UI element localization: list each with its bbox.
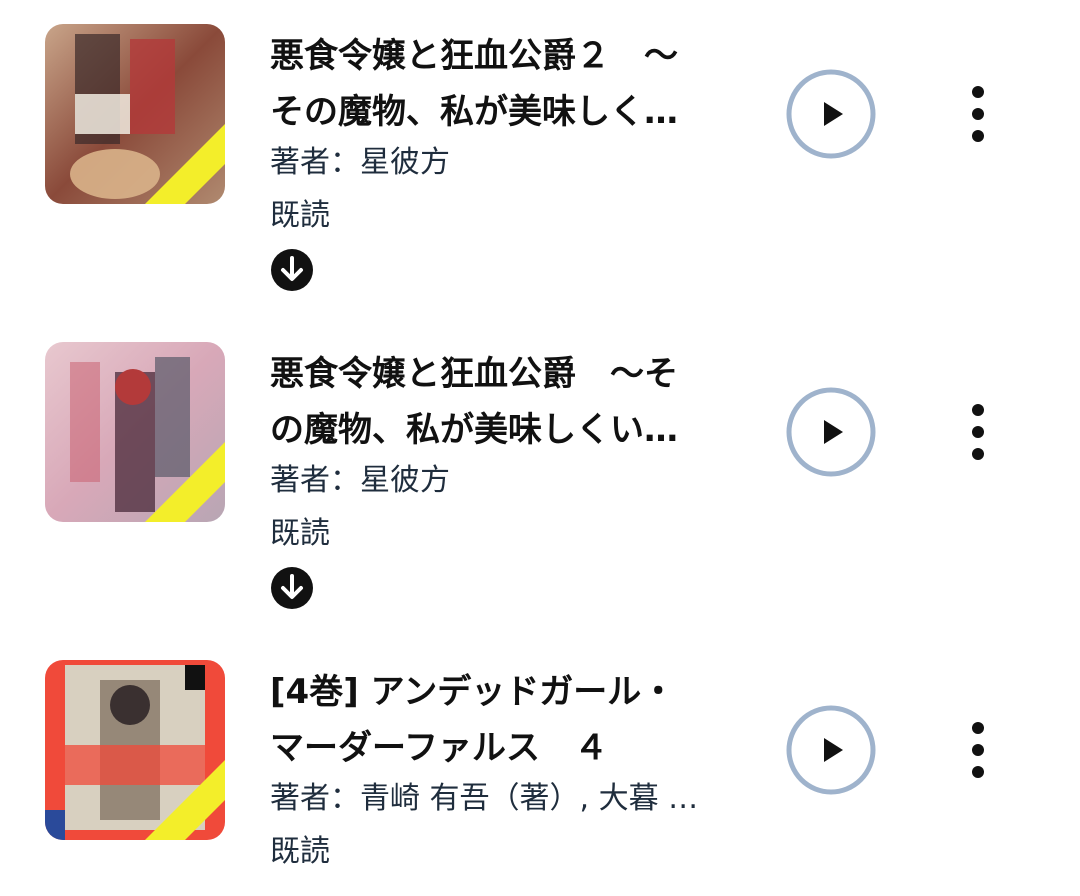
book-title-line: [4巻] アンデッドガール・	[270, 672, 676, 712]
library-list: 悪食令嬢と狂血公爵２ ～ その魔物、私が美味しく… 著者：星彼方 既読 悪食令嬢…	[0, 0, 1080, 896]
read-status: 既読	[270, 834, 330, 869]
book-title-line: マーダーファルス ４	[270, 728, 608, 768]
play-button[interactable]	[785, 68, 877, 160]
more-vertical-icon	[972, 722, 984, 778]
cover-art-3	[45, 660, 225, 840]
book-cover[interactable]	[45, 660, 225, 840]
more-vertical-icon	[972, 404, 984, 460]
book-author: 著者：星彼方	[270, 463, 450, 498]
more-options-button[interactable]	[958, 718, 998, 782]
play-icon	[786, 705, 876, 795]
more-options-button[interactable]	[958, 82, 998, 146]
cover-art-1	[45, 24, 225, 204]
cover-art-2	[45, 342, 225, 522]
book-author: 著者：青崎 有吾（著）, 大暮 …	[270, 781, 699, 816]
more-options-button[interactable]	[958, 400, 998, 464]
play-icon	[786, 69, 876, 159]
more-vertical-icon	[972, 86, 984, 142]
book-title[interactable]: [4巻] アンデッドガール・ マーダーファルス ４	[270, 664, 740, 776]
book-author: 著者：星彼方	[270, 145, 450, 180]
play-button[interactable]	[785, 704, 877, 796]
download-icon	[270, 566, 314, 610]
book-cover[interactable]	[45, 342, 225, 522]
play-icon	[786, 387, 876, 477]
book-title[interactable]: 悪食令嬢と狂血公爵２ ～ その魔物、私が美味しく…	[270, 28, 740, 140]
book-title-line: 悪食令嬢と狂血公爵２ ～	[270, 36, 678, 76]
book-title-line: 悪食令嬢と狂血公爵 ～そ	[270, 354, 678, 394]
book-title[interactable]: 悪食令嬢と狂血公爵 ～そ の魔物、私が美味しくい…	[270, 346, 740, 458]
book-cover[interactable]	[45, 24, 225, 204]
read-status: 既読	[270, 516, 330, 551]
book-title-line: の魔物、私が美味しくい…	[270, 410, 678, 450]
play-button[interactable]	[785, 386, 877, 478]
book-title-line: その魔物、私が美味しく…	[270, 92, 678, 132]
download-icon	[270, 248, 314, 292]
read-status: 既読	[270, 198, 330, 233]
